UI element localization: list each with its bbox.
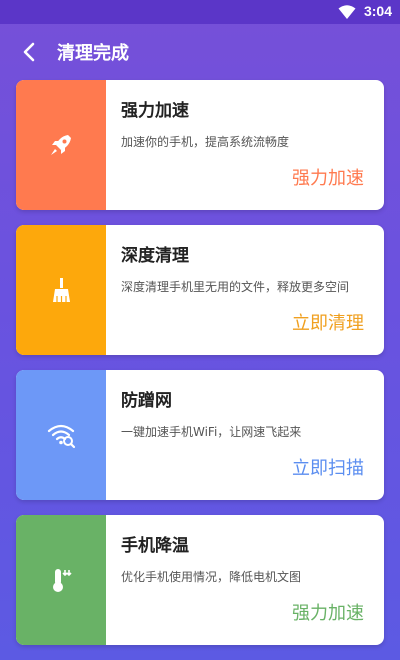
card-wifi-guard[interactable]: 防蹭网 一键加速手机WiFi，让网速飞起来 立即扫描 bbox=[16, 370, 384, 500]
card-deep-clean[interactable]: 深度清理 深度清理手机里无用的文件，释放更多空间 立即清理 bbox=[16, 225, 384, 355]
speed-boost-button[interactable]: 强力加速 bbox=[292, 164, 364, 190]
card-description: 优化手机使用情况，降低电机文图 bbox=[121, 570, 302, 584]
wifi-icon bbox=[338, 5, 356, 19]
wifi-shield-icon bbox=[47, 424, 76, 449]
rocket-icon bbox=[51, 135, 71, 155]
card-title: 手机降温 bbox=[121, 536, 189, 556]
card-speed-boost[interactable]: 强力加速 加速你的手机，提高系统流畅度 强力加速 bbox=[16, 80, 384, 210]
card-icon-panel bbox=[16, 515, 106, 645]
page-title: 清理完成 bbox=[57, 43, 129, 64]
status-bar: 3:04 bbox=[0, 0, 400, 24]
card-phone-cooling[interactable]: 手机降温 优化手机使用情况，降低电机文图 强力加速 bbox=[16, 515, 384, 645]
broom-icon bbox=[53, 278, 70, 302]
card-description: 一键加速手机WiFi，让网速飞起来 bbox=[121, 425, 302, 439]
clean-now-button[interactable]: 立即清理 bbox=[292, 309, 364, 335]
chevron-left-icon[interactable] bbox=[16, 38, 44, 66]
clock: 3:04 bbox=[363, 3, 392, 19]
cooling-boost-button[interactable]: 强力加速 bbox=[292, 599, 364, 625]
card-description: 加速你的手机，提高系统流畅度 bbox=[121, 135, 290, 149]
card-description: 深度清理手机里无用的文件，释放更多空间 bbox=[121, 280, 350, 294]
card-title: 防蹭网 bbox=[121, 391, 172, 411]
scan-now-button[interactable]: 立即扫描 bbox=[292, 454, 364, 480]
card-icon-panel bbox=[16, 370, 106, 500]
app-bar: 清理完成 bbox=[0, 24, 400, 80]
card-icon-panel bbox=[16, 80, 106, 210]
card-title: 深度清理 bbox=[121, 246, 189, 266]
card-title: 强力加速 bbox=[121, 101, 189, 121]
thermometer-icon bbox=[53, 569, 72, 592]
card-icon-panel bbox=[16, 225, 106, 355]
